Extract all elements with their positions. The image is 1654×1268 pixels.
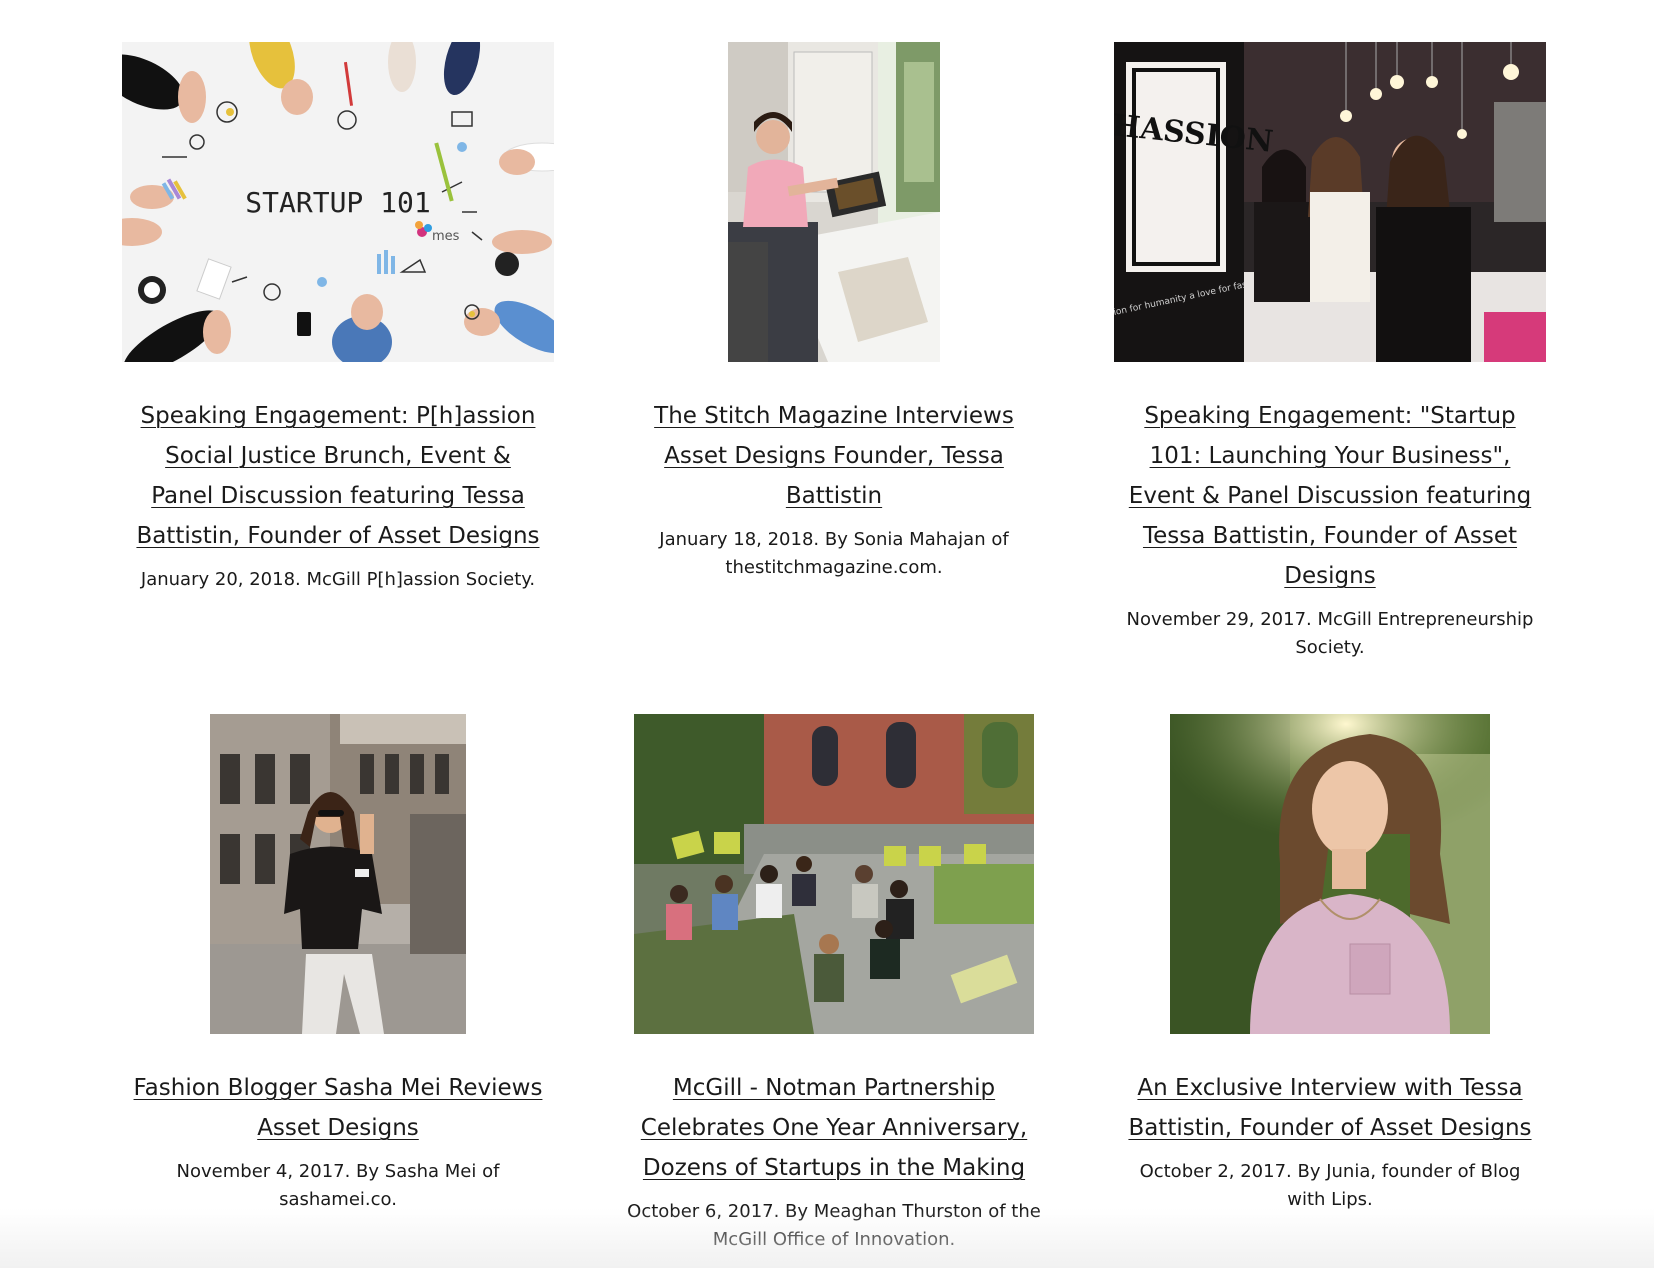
startup-101-image: STARTUP 101 mes <box>122 42 554 362</box>
card-image-link[interactable]: STARTUP 101 mes <box>118 42 558 362</box>
svg-text:STARTUP 101: STARTUP 101 <box>245 186 430 219</box>
post-title-link[interactable]: McGill - Notman Partnership Celebrates O… <box>629 1068 1039 1188</box>
card-image-link[interactable]: PHASSION a passion for humanity a love f… <box>1110 42 1550 362</box>
post-title-link[interactable]: The Stitch Magazine Interviews Asset Des… <box>629 396 1039 516</box>
press-card: McGill - Notman Partnership Celebrates O… <box>614 714 1054 1254</box>
post-title-link[interactable]: Fashion Blogger Sasha Mei Reviews Asset … <box>133 1068 543 1148</box>
card-image-link[interactable] <box>614 714 1054 1034</box>
card-image-link[interactable] <box>614 42 1054 362</box>
post-title-link[interactable]: Speaking Engagement: P[h]assion Social J… <box>133 396 543 556</box>
post-meta: October 6, 2017. By Meaghan Thurston of … <box>627 1201 1041 1250</box>
post-meta: November 4, 2017. By Sasha Mei of sasham… <box>176 1161 500 1210</box>
phassion-panel-photo: PHASSION a passion for humanity a love f… <box>1114 42 1546 362</box>
card-image-link[interactable] <box>1110 714 1550 1034</box>
post-title-link[interactable]: An Exclusive Interview with Tessa Battis… <box>1125 1068 1535 1148</box>
press-grid: STARTUP 101 mes Speaking Engagement: P[h… <box>0 0 1654 1268</box>
press-card: The Stitch Magazine Interviews Asset Des… <box>614 42 1054 582</box>
stitch-interview-photo <box>728 42 940 362</box>
svg-text:mes: mes <box>432 229 460 244</box>
post-title-link[interactable]: Speaking Engagement: "Startup 101: Launc… <box>1125 396 1535 596</box>
post-meta: November 29, 2017. McGill Entrepreneursh… <box>1126 609 1534 658</box>
post-meta: January 18, 2018. By Sonia Mahajan of th… <box>659 529 1009 578</box>
press-card: PHASSION a passion for humanity a love f… <box>1110 42 1550 662</box>
sasha-mei-photo <box>210 714 466 1034</box>
press-card: STARTUP 101 mes Speaking Engagement: P[h… <box>118 42 558 594</box>
card-image-link[interactable] <box>118 714 558 1034</box>
post-meta: January 20, 2018. McGill P[h]assion Soci… <box>140 569 536 590</box>
tessa-portrait-photo <box>1170 714 1490 1034</box>
press-card: An Exclusive Interview with Tessa Battis… <box>1110 714 1550 1214</box>
notman-garden-photo <box>634 714 1034 1034</box>
post-meta: October 2, 2017. By Junia, founder of Bl… <box>1139 1161 1521 1210</box>
press-card: Fashion Blogger Sasha Mei Reviews Asset … <box>118 714 558 1214</box>
